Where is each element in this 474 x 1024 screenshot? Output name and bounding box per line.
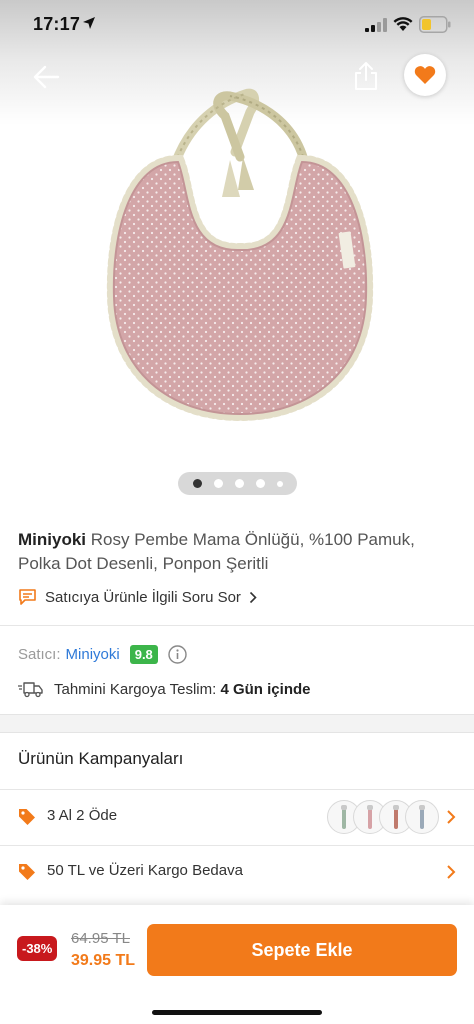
info-icon[interactable]	[168, 644, 187, 664]
delivery-row: Tahmini Kargoya Teslim: 4 Gün içinde	[18, 677, 310, 701]
campaign-item[interactable]: 50 TL ve Üzeri Kargo Bedava	[0, 845, 474, 900]
product-brand[interactable]: Miniyoki	[18, 530, 86, 549]
ask-seller-link[interactable]: Satıcıya Ürünle İlgili Soru Sor	[18, 585, 257, 609]
delivery-text: Tahmini Kargoya Teslim: 4 Gün içinde	[54, 681, 310, 698]
share-icon[interactable]	[353, 61, 379, 91]
price-tag-icon	[19, 864, 35, 880]
pager-dot-active[interactable]	[192, 479, 202, 488]
status-time: 17:17	[33, 14, 81, 34]
seller-score-badge: 9.8	[129, 644, 158, 664]
status-bar: 17:17	[0, 0, 474, 50]
product-thumbnail[interactable]	[405, 800, 439, 834]
add-to-cart-button[interactable]: Sepete Ekle	[147, 924, 457, 976]
chevron-right-icon	[249, 591, 257, 603]
product-image[interactable]	[100, 82, 380, 432]
arrow-left-icon[interactable]	[32, 62, 62, 92]
wifi-icon	[393, 17, 413, 31]
product-title: Miniyoki Rosy Pembe Mama Önlüğü, %100 Pa…	[18, 528, 458, 576]
divider	[0, 625, 474, 626]
current-price: 39.95 TL	[71, 952, 136, 969]
seller-row: Satıcı: Miniyoki 9.8	[18, 642, 187, 666]
ask-seller-label: Satıcıya Ürünle İlgili Soru Sor	[45, 588, 241, 606]
pager-dot[interactable]	[276, 480, 283, 487]
pager-dot[interactable]	[234, 479, 244, 488]
discount-badge: -38%	[17, 936, 58, 961]
section-separator	[0, 714, 474, 733]
bottom-purchase-bar: -38% 64.95 TL 39.95 TL Sepete Ekle	[0, 905, 474, 1024]
campaign-item[interactable]: 3 Al 2 Öde	[0, 790, 474, 845]
campaigns-title: Ürünün Kampanyaları	[18, 749, 184, 768]
seller-name-link[interactable]: Miniyoki	[66, 646, 120, 663]
pager-dot[interactable]	[255, 479, 265, 488]
home-indicator[interactable]	[152, 1010, 322, 1015]
pager-dot[interactable]	[213, 479, 223, 488]
delivery-value: 4 Gün içinde	[220, 680, 311, 698]
old-price: 64.95 TL	[71, 930, 130, 947]
product-image-gallery[interactable]	[0, 0, 474, 512]
campaign-label: 50 TL ve Üzeri Kargo Bedava	[47, 862, 243, 879]
favorite-button[interactable]	[404, 54, 446, 96]
location-arrow-icon	[83, 17, 95, 29]
battery-icon	[419, 16, 451, 33]
price-tag-icon	[19, 809, 35, 825]
delivery-truck-icon	[18, 682, 43, 698]
chevron-right-icon	[447, 810, 456, 824]
heart-icon	[414, 66, 436, 84]
campaign-label: 3 Al 2 Öde	[47, 807, 118, 824]
delivery-label: Tahmini Kargoya Teslim:	[54, 680, 217, 698]
chevron-right-icon	[447, 865, 456, 879]
campaign-thumbnails[interactable]	[327, 800, 439, 834]
image-pager[interactable]	[178, 472, 297, 495]
seller-label: Satıcı:	[18, 645, 61, 663]
chat-bubble-icon	[19, 589, 36, 605]
cellular-signal-icon	[365, 18, 387, 32]
